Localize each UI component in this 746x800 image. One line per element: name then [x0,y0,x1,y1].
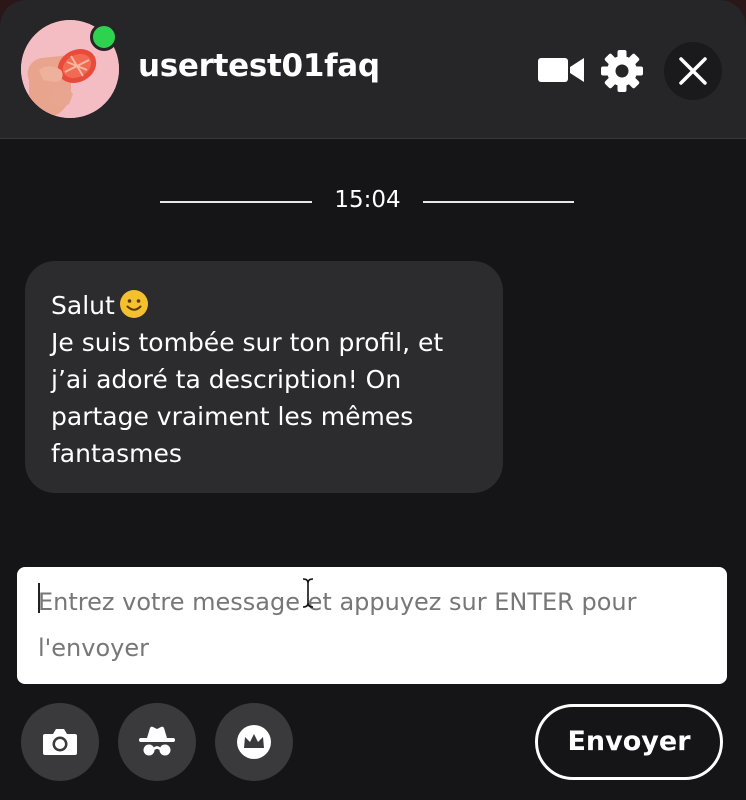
message-line: Salut [51,287,479,324]
chat-window: usertest01faq 15:04 Salut Je suis tombée… [0,0,746,800]
text-caret [38,583,40,613]
text-cursor-icon [302,578,314,608]
message-text: Salut [51,291,115,320]
incognito-button[interactable] [118,703,196,781]
incoming-message-bubble: Salut Je suis tombée sur ton profil, et … [25,261,503,493]
message-line: fantasmes [51,439,182,468]
close-icon [679,57,707,85]
send-photo-button[interactable] [21,703,99,781]
avatar[interactable] [21,20,119,118]
chat-username[interactable]: usertest01faq [138,48,380,84]
time-separator: 15:04 [160,183,574,221]
message-line: Je suis tombée sur ton profil, et [51,328,444,357]
crown-icon [237,725,271,759]
chat-header: usertest01faq [0,0,746,139]
divider-right [423,201,574,203]
close-button[interactable] [664,42,722,100]
incognito-icon [139,726,175,756]
smiling-face-icon [119,290,148,318]
camera-icon [43,729,77,755]
divider-left [160,201,312,203]
message-timestamp: 15:04 [334,187,401,213]
premium-button[interactable] [215,703,293,781]
send-button[interactable]: Envoyer [535,704,723,780]
settings-button[interactable] [599,48,645,94]
message-line: j’ai adoré ta description! On [51,365,402,394]
video-camera-icon [538,58,584,82]
message-input[interactable]: Entrez votre message et appuyez sur ENTE… [17,567,727,684]
message-line: partage vraiment les mêmes [51,402,414,431]
message-input-placeholder: Entrez votre message et appuyez sur ENTE… [38,588,637,662]
video-call-button[interactable] [536,50,586,90]
online-status-dot [90,23,118,51]
gear-icon [601,50,643,92]
